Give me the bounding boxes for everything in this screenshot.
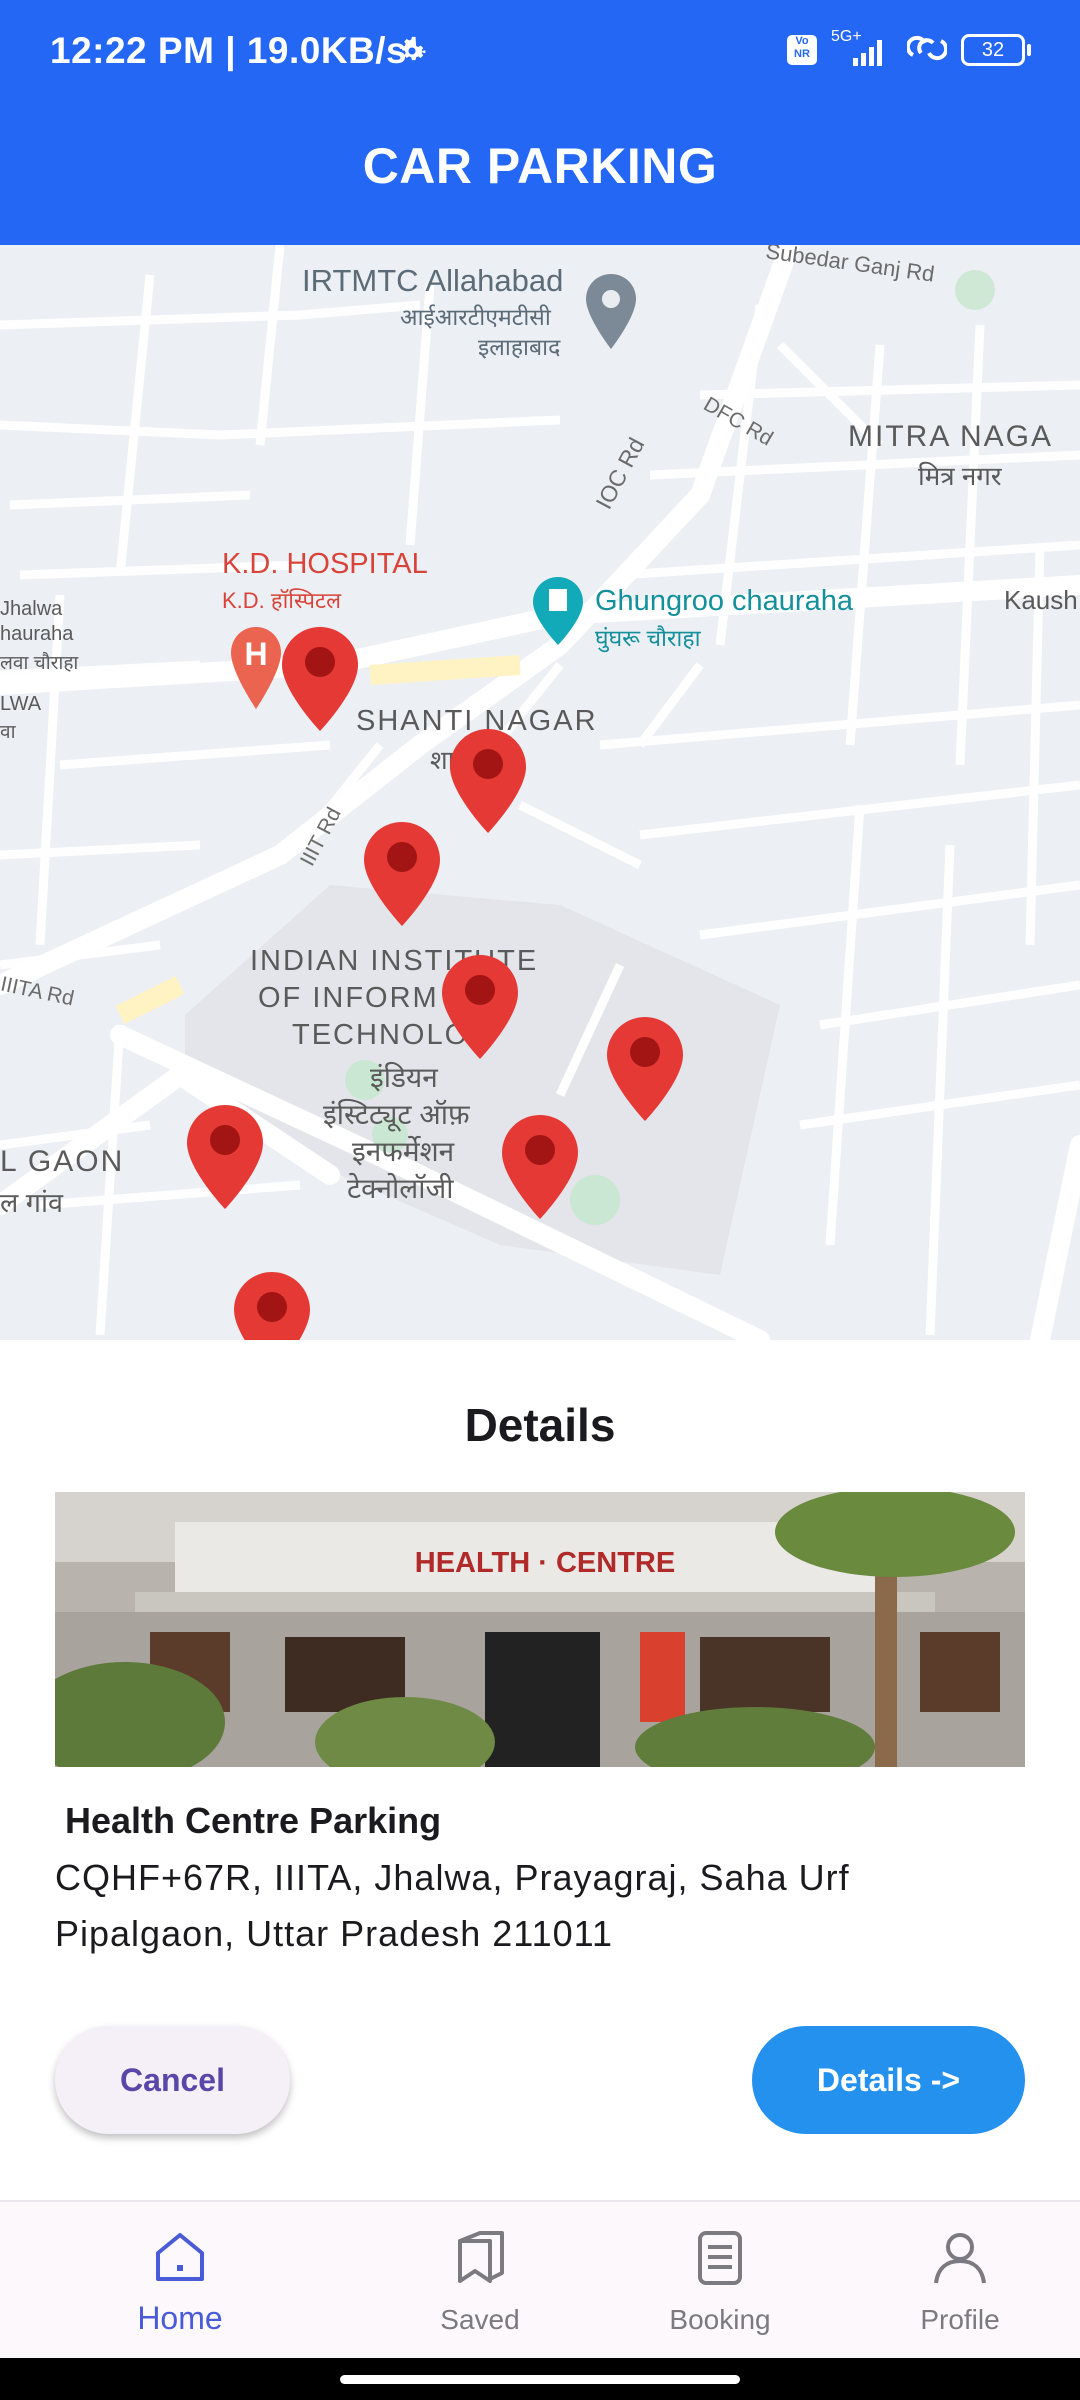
hotspot-icon: [905, 33, 949, 68]
nav-booking-label: Booking: [669, 2304, 771, 2335]
map-label-mitra-hi: मित्र नगर: [918, 461, 1002, 491]
nav-saved-label: Saved: [440, 2304, 520, 2335]
parking-photo: HEALTH · CENTRE: [55, 1492, 1025, 1767]
svg-text:H: H: [244, 636, 267, 672]
map-label-jhalwa3: लवा चौराहा: [0, 653, 79, 674]
details-button[interactable]: Details ->: [752, 2026, 1025, 2134]
map-label-jhalwa1: Jhalwa: [0, 598, 63, 620]
photo-sign-text: HEALTH · CENTRE: [415, 1547, 675, 1579]
parking-address: CQHF+67R, IIITA, Jhalwa, Prayagraj, Saha…: [55, 1857, 850, 1954]
nav-home-label: Home: [137, 2300, 223, 2336]
map-label-institute-hi1: इंडियन: [370, 1062, 438, 1093]
status-bar: 12:22 PM | 19.0KB/s Vo NR 5G+ 32: [0, 0, 1080, 105]
nav-saved[interactable]: Saved: [360, 2202, 600, 2360]
parking-name: Health Centre Parking: [65, 1800, 442, 1841]
map-label-irtmtc: IRTMTC Allahabad: [302, 263, 564, 298]
signal-icon: 5G+: [831, 28, 893, 68]
map-label-mitra: MITRA NAGA: [848, 420, 1054, 453]
map-label-irtmtc-hi1: आईआरटीएमटीसी: [400, 304, 551, 330]
map-label-gaon: L GAON: [0, 1145, 125, 1178]
app-bar: CAR PARKING: [0, 105, 1080, 245]
battery-icon: 32: [961, 34, 1031, 66]
booking-icon: [698, 2231, 742, 2285]
map-label-gaon-hi: ल गांव: [0, 1188, 64, 1218]
map-label-kaush: Kaush: [1004, 585, 1078, 615]
details-heading: Details: [464, 1399, 616, 1451]
map-view[interactable]: H IRTMTC Allahabad आईआरटीएमटीसी इलाहाबाद…: [0, 245, 1080, 1340]
nav-profile-label: Profile: [920, 2304, 1000, 2335]
map-label-lwa1: LWA: [0, 693, 42, 715]
profile-icon: [934, 2233, 986, 2284]
map-label-kd-hospital: K.D. HOSPITAL: [222, 548, 428, 580]
saved-icon: [458, 2231, 504, 2283]
settings-gear-icon: [395, 34, 429, 73]
home-gesture-handle[interactable]: [340, 2375, 740, 2384]
status-icons: Vo NR 5G+ 32: [787, 28, 1031, 68]
map-label-irtmtc-hi2: इलाहाबाद: [478, 334, 561, 360]
map-label-kd-hospital-hi: K.D. हॉस्पिटल: [222, 588, 342, 613]
home-icon: [156, 2233, 204, 2281]
map-label-ghungroo-hi: घुंघरू चौराहा: [595, 625, 701, 651]
map-label-institute-hi4: टेक्नोलॉजी: [347, 1173, 454, 1204]
nav-booking[interactable]: Booking: [600, 2202, 840, 2360]
map-label-institute-hi2: इंस्टिट्यूट ऑफ़: [323, 1099, 470, 1130]
nav-profile[interactable]: Profile: [840, 2202, 1080, 2360]
app-title: CAR PARKING: [362, 138, 718, 194]
nav-home[interactable]: Home: [60, 2202, 300, 2360]
map-label-institute-hi3: इनफर्मेशन: [352, 1136, 455, 1167]
status-time-speed: 12:22 PM | 19.0KB/s: [50, 30, 408, 71]
bottom-navigation: Home Saved Booking Profile: [0, 2200, 1080, 2360]
map-label-ghungroo: Ghungroo chauraha: [595, 585, 853, 617]
map-label-jhalwa2: hauraha: [0, 623, 74, 645]
map-label-lwa2: वा: [0, 722, 16, 743]
volte-icon: Vo NR: [787, 35, 817, 65]
gesture-bar: [0, 2358, 1080, 2400]
cancel-button[interactable]: Cancel: [55, 2026, 290, 2134]
